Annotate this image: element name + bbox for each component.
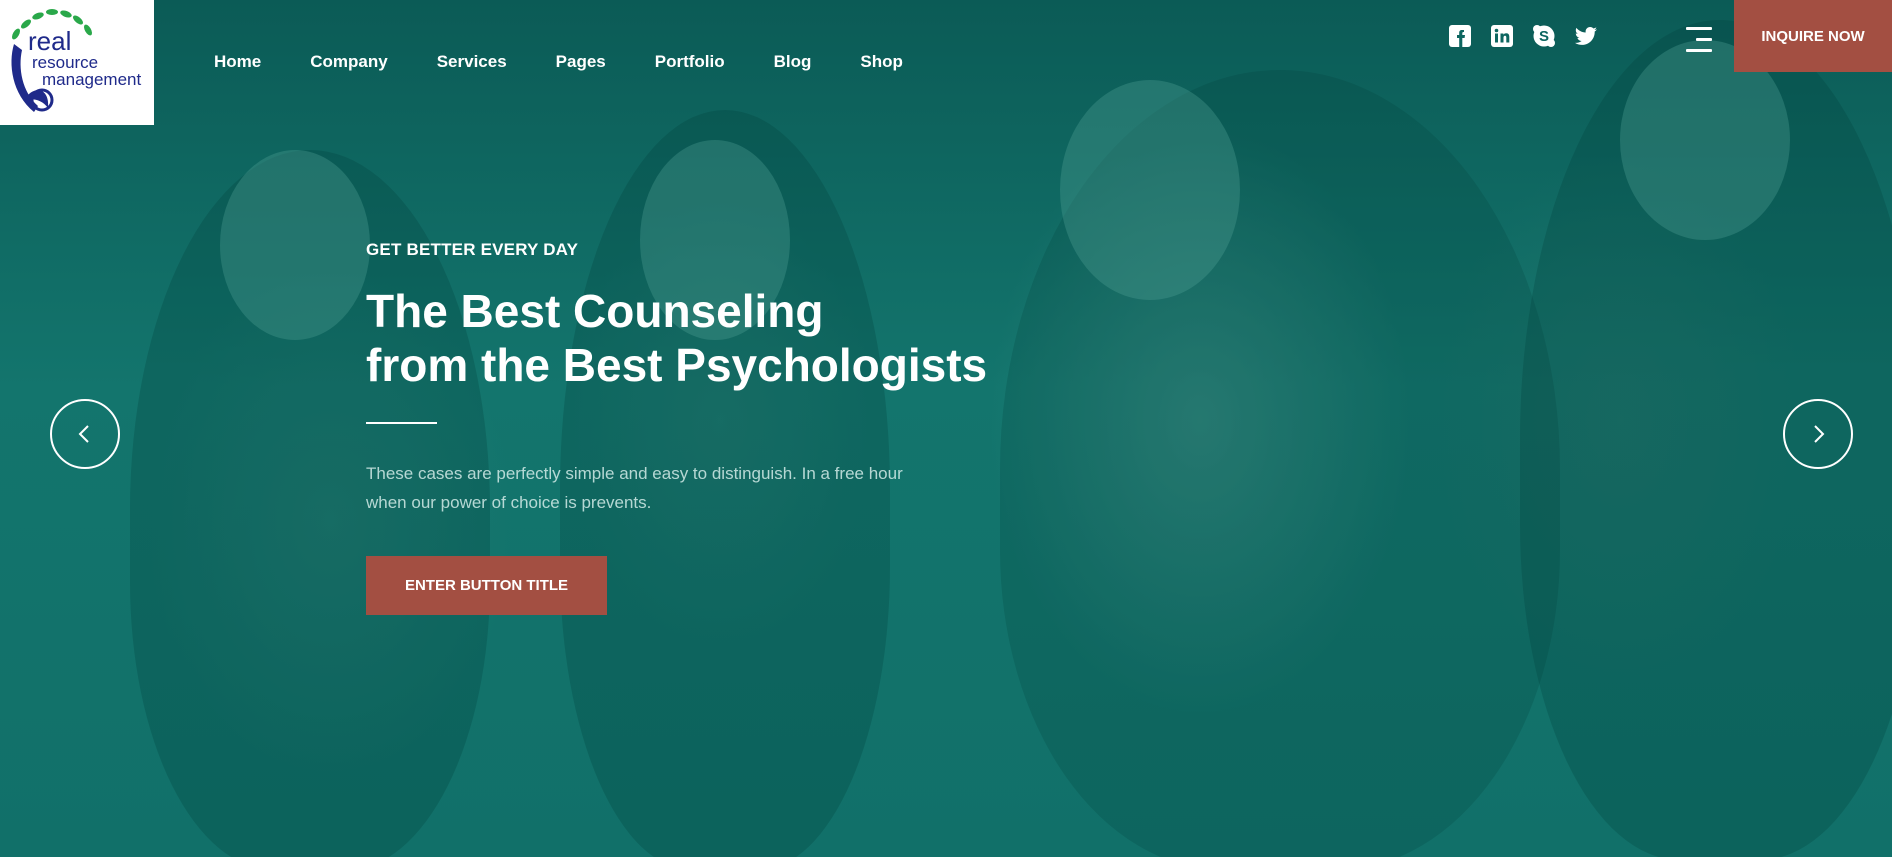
hero-eyebrow: GET BETTER EVERY DAY <box>366 240 579 259</box>
hero-title-line2: from the Best Psychologists <box>366 339 988 391</box>
facebook-icon[interactable] <box>1448 24 1472 48</box>
slider-prev-button[interactable] <box>50 399 120 469</box>
hero-title: The Best Counseling from the Best Psycho… <box>366 284 987 392</box>
hero-content: GET BETTER EVERY DAY The Best Counseling… <box>366 240 987 615</box>
hero-description: These cases are perfectly simple and eas… <box>366 464 903 512</box>
main-nav: Home Company Services Pages Portfolio Bl… <box>214 52 952 72</box>
nav-item-pages[interactable]: Pages <box>556 52 606 72</box>
chevron-left-icon <box>78 425 89 443</box>
person-head <box>1060 80 1240 300</box>
hero-divider <box>366 422 437 424</box>
nav-item-services[interactable]: Services <box>437 52 507 72</box>
logo-wordmark: real resource management <box>28 28 141 88</box>
nav-item-portfolio[interactable]: Portfolio <box>655 52 725 72</box>
nav-item-blog[interactable]: Blog <box>774 52 812 72</box>
hero-title-line1: The Best Counseling <box>366 285 824 337</box>
social-links: S <box>1448 24 1598 48</box>
linkedin-icon[interactable] <box>1490 24 1514 48</box>
nav-item-shop[interactable]: Shop <box>860 52 903 72</box>
person-head <box>220 150 370 340</box>
nav-item-home[interactable]: Home <box>214 52 261 72</box>
slider-next-button[interactable] <box>1783 399 1853 469</box>
chevron-right-icon <box>1814 425 1825 443</box>
logo-text-resource: resource <box>32 53 99 72</box>
nav-item-company[interactable]: Company <box>310 52 387 72</box>
logo-text-management: management <box>42 70 142 89</box>
logo-text-real: real <box>28 26 72 56</box>
enter-button[interactable]: ENTER BUTTON TITLE <box>366 556 607 615</box>
site-logo[interactable]: real resource management <box>0 0 154 125</box>
inquire-now-button[interactable]: INQUIRE NOW <box>1734 0 1892 72</box>
hamburger-menu-icon[interactable] <box>1684 27 1712 53</box>
twitter-icon[interactable] <box>1574 24 1598 48</box>
svg-text:S: S <box>1539 28 1549 45</box>
skype-icon[interactable]: S <box>1532 24 1556 48</box>
